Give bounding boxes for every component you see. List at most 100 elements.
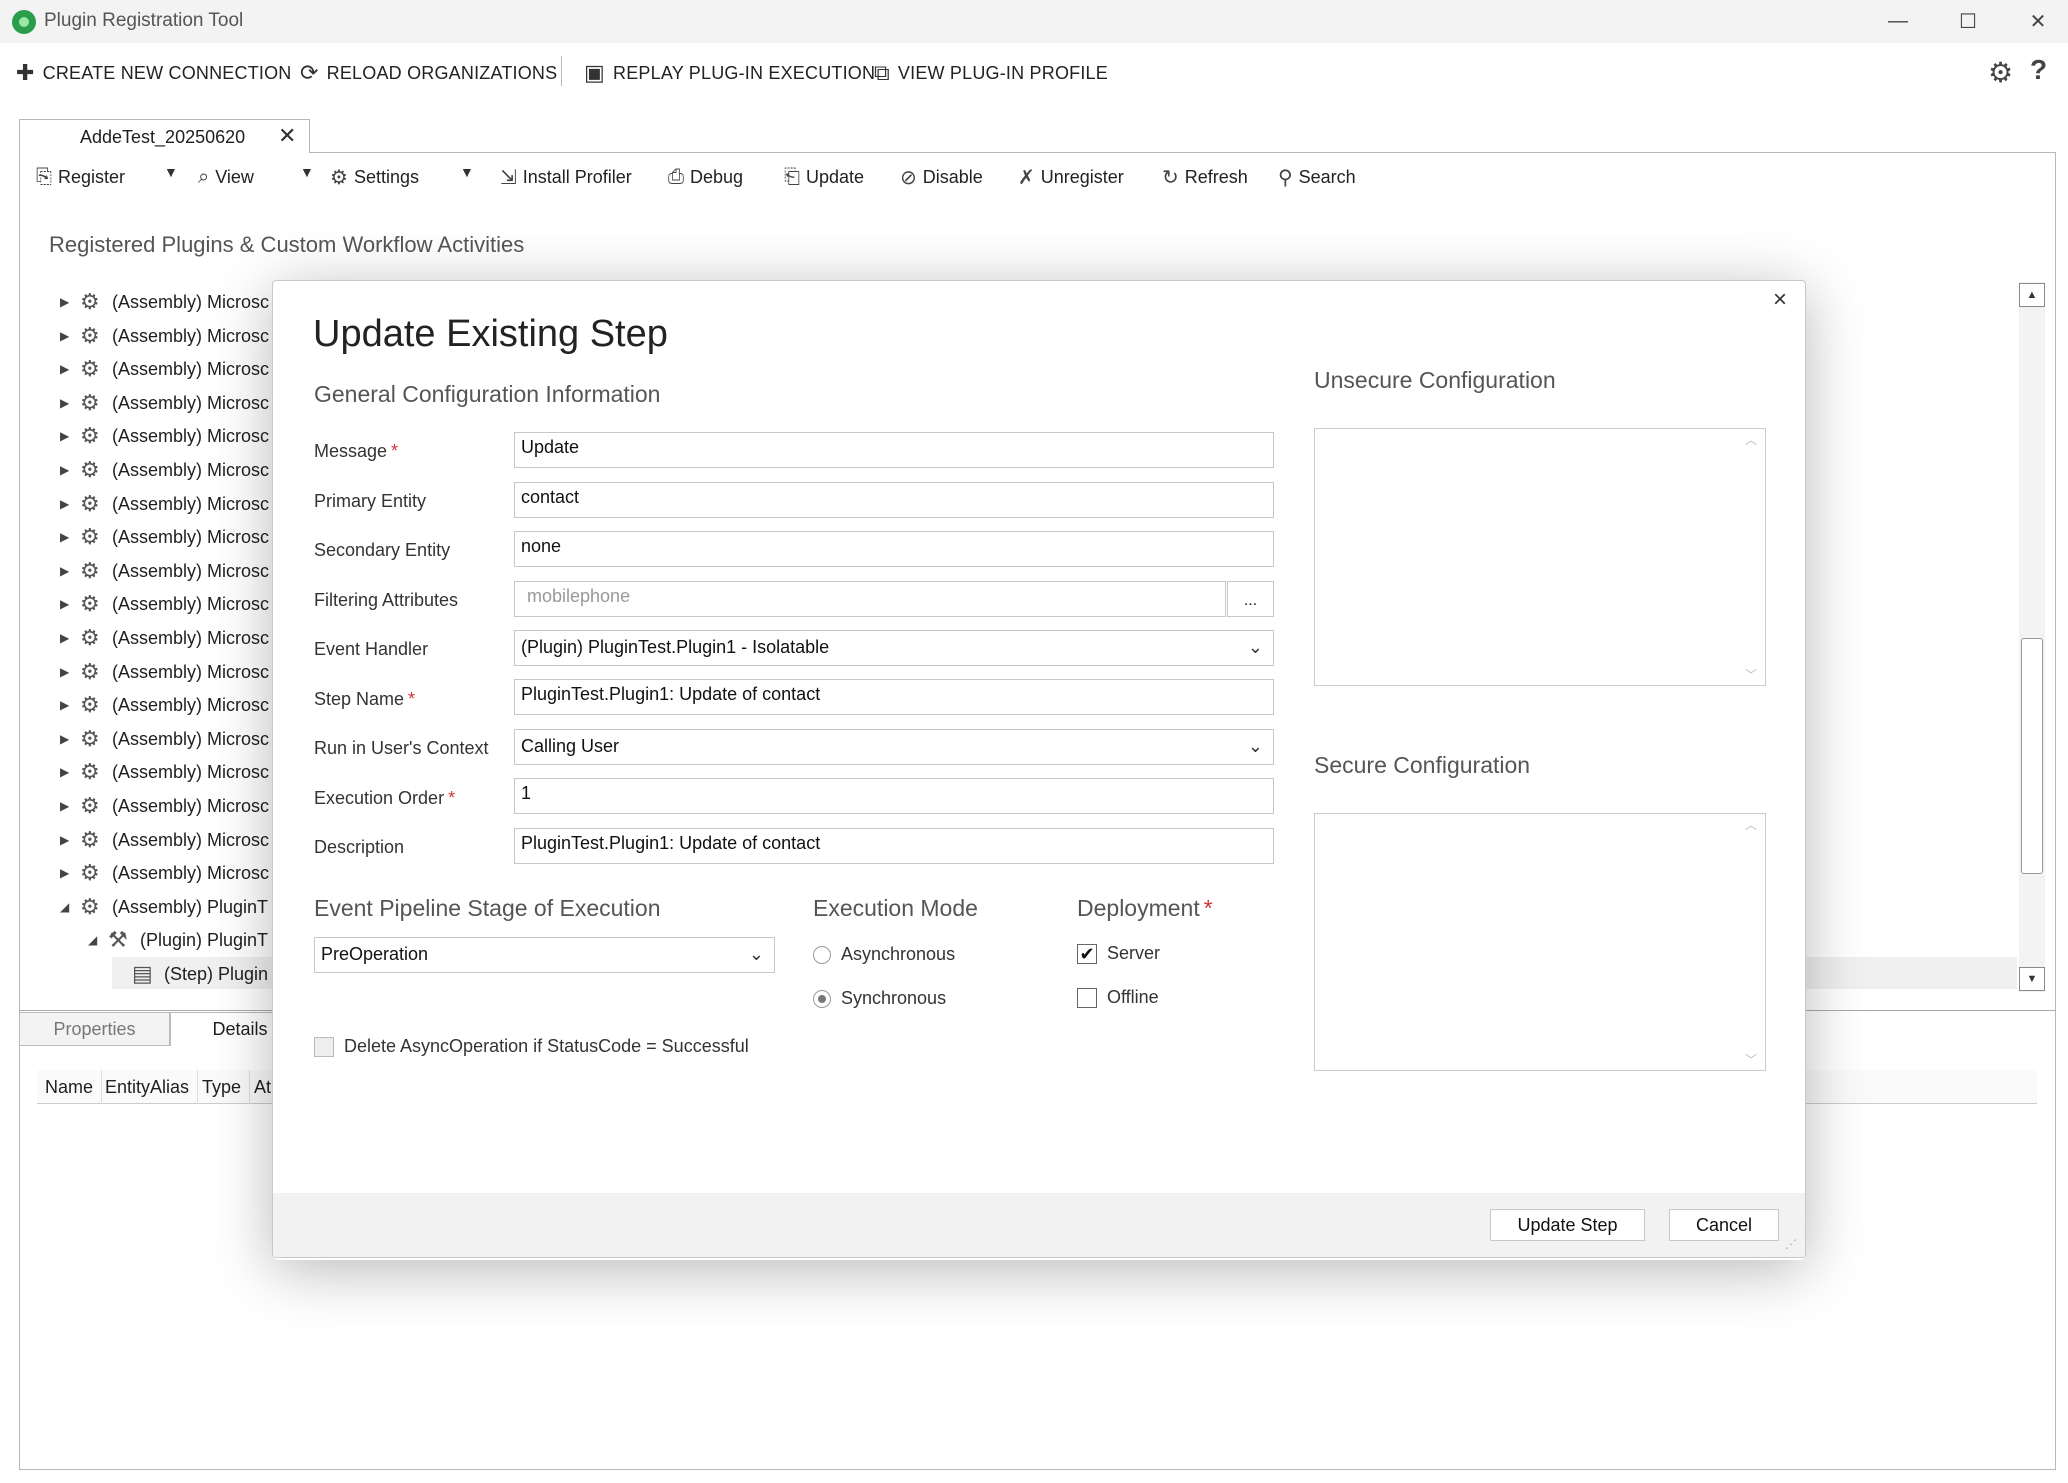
tree-node-assembly[interactable]: ▶ ⚙ (Assembly) Microsc [60,387,269,419]
tree-scrollbar[interactable] [2019,282,2045,992]
cancel-button[interactable]: Cancel [1669,1209,1779,1241]
tree-node-assembly[interactable]: ▶ ⚙ (Assembly) Microsc [60,756,269,788]
description-field[interactable]: PluginTest.Plugin1: Update of contact [514,828,1274,864]
tree-node-assembly[interactable]: ▶ ⚙ (Assembly) Microsc [60,723,269,755]
search-button[interactable]: ⚲ Search [1278,162,1356,192]
expand-arrow-icon[interactable]: ▶ [60,329,80,343]
tree-node-assembly[interactable]: ▶ ⚙ (Assembly) Microsc [60,353,269,385]
tree-node-assembly[interactable]: ▶ ⚙ (Assembly) Microsc [60,555,269,587]
tree-node-assembly[interactable]: ▶ ⚙ (Assembly) Microsc [60,622,269,654]
column-header-type[interactable]: Type [194,1070,251,1104]
synchronous-radio[interactable] [813,989,831,1008]
update-step-button[interactable]: Update Step [1490,1209,1645,1241]
replay-plugin-execution-button[interactable]: ▣ REPLAY PLUG-IN EXECUTION [584,58,875,88]
tree-node-assembly[interactable]: ▶ ⚙ (Assembly) Microsc [60,488,269,520]
install-profiler-button[interactable]: ⇲ Install Profiler [500,162,632,192]
event-handler-select[interactable]: (Plugin) PluginTest.Plugin1 - Isolatable… [514,630,1274,666]
tree-node-assembly[interactable]: ▶ ⚙ (Assembly) Microsc [60,420,269,452]
synchronous-option[interactable]: Synchronous [813,988,946,1009]
view-dropdown-arrow-icon[interactable]: ▼ [300,164,314,180]
tree-node-assembly[interactable]: ▶ ⚙ (Assembly) Microsc [60,656,269,688]
expand-arrow-icon[interactable]: ▶ [60,396,80,410]
connection-tab[interactable]: AddeTest_20250620 ✕ [19,119,310,153]
expand-arrow-icon[interactable]: ▶ [60,429,80,443]
expand-arrow-icon[interactable]: ▶ [60,597,80,611]
tree-node-assembly[interactable]: ▶ ⚙ (Assembly) Microsc [60,790,269,822]
settings-gear-icon[interactable]: ⚙ [1988,56,2013,89]
expand-arrow-icon[interactable]: ▶ [60,530,80,544]
delete-async-checkbox[interactable] [314,1036,334,1057]
offline-checkbox[interactable] [1077,987,1097,1008]
asynchronous-option[interactable]: Asynchronous [813,944,955,965]
close-tab-icon[interactable]: ✕ [278,123,296,149]
refresh-button[interactable]: ↻ Refresh [1162,162,1248,192]
expand-arrow-icon[interactable]: ▶ [60,362,80,376]
view-button[interactable]: ⌕ View [198,162,254,192]
scroll-up-arrow-icon[interactable]: ▲ [2019,283,2045,307]
expand-arrow-icon[interactable]: ▶ [60,665,80,679]
close-window-button[interactable]: ✕ [2008,0,2068,43]
create-new-connection-button[interactable]: ✚ CREATE NEW CONNECTION [16,58,292,88]
unsecure-config-textarea[interactable]: ︿ ﹀ [1314,428,1766,686]
tree-node-assembly[interactable]: ▶ ⚙ (Assembly) Microsc [60,320,269,352]
view-plugin-profile-button[interactable]: ⧉ VIEW PLUG-IN PROFILE [874,58,1108,88]
register-dropdown-arrow-icon[interactable]: ▼ [164,164,178,180]
expand-arrow-icon[interactable]: ▶ [60,295,80,309]
expand-arrow-icon[interactable]: ▶ [60,564,80,578]
title-bar: Plugin Registration Tool — ☐ ✕ [0,0,2068,43]
filtering-attributes-browse-button[interactable]: ... [1227,581,1274,617]
tree-node-plugin[interactable]: ◢ ⚒ (Plugin) PluginT [88,924,268,956]
tree-node-assembly[interactable]: ▶ ⚙ (Assembly) Microsc [60,588,269,620]
expand-arrow-icon[interactable]: ▶ [60,698,80,712]
delete-async-option[interactable]: Delete AsyncOperation if StatusCode = Su… [314,1036,749,1057]
disable-button[interactable]: ⊘ Disable [900,162,983,192]
tree-node-assembly-expanded[interactable]: ◢ ⚙ (Assembly) PluginT [60,891,268,923]
reload-organizations-button[interactable]: ⟳ RELOAD ORGANIZATIONS [300,58,557,88]
help-icon[interactable]: ? [2030,54,2047,86]
step-name-field[interactable]: PluginTest.Plugin1: Update of contact [514,679,1274,715]
expand-arrow-icon[interactable]: ▶ [60,833,80,847]
tree-node-assembly[interactable]: ▶ ⚙ (Assembly) Microsc [60,454,269,486]
secure-config-textarea[interactable]: ︿ ﹀ [1314,813,1766,1071]
register-button[interactable]: ⎘ Register [36,162,125,192]
maximize-button[interactable]: ☐ [1938,0,1998,43]
scrollbar-thumb[interactable] [2021,638,2043,874]
message-field[interactable]: Update [514,432,1274,468]
update-button[interactable]: ⎗ Update [784,162,864,192]
debug-button[interactable]: ⎙ Debug [668,162,743,192]
dialog-close-icon[interactable]: × [1773,286,1787,314]
tree-node-assembly[interactable]: ▶ ⚙ (Assembly) Microsc [60,286,269,318]
column-header-name[interactable]: Name [37,1070,103,1104]
expand-arrow-icon[interactable]: ▶ [60,463,80,477]
tree-node-assembly[interactable]: ▶ ⚙ (Assembly) Microsc [60,521,269,553]
expand-arrow-icon[interactable]: ▶ [60,765,80,779]
resize-grip-icon[interactable]: ⋰ [1785,1237,1797,1251]
expand-arrow-icon[interactable]: ▶ [60,497,80,511]
expand-arrow-icon[interactable]: ▶ [60,732,80,746]
collapse-arrow-icon[interactable]: ◢ [88,933,108,947]
tree-node-assembly[interactable]: ▶ ⚙ (Assembly) Microsc [60,824,269,856]
tree-node-assembly[interactable]: ▶ ⚙ (Assembly) Microsc [60,857,269,889]
asynchronous-radio[interactable] [813,945,831,964]
settings-dropdown-arrow-icon[interactable]: ▼ [460,164,474,180]
unregister-button[interactable]: ✗ Unregister [1018,162,1124,192]
pipeline-stage-select[interactable]: PreOperation ⌄ [314,937,775,973]
settings-button[interactable]: ⚙ Settings [330,162,419,192]
column-header-entityalias[interactable]: EntityAlias [97,1070,199,1104]
server-checkbox[interactable]: ✔ [1077,943,1097,964]
secondary-entity-field[interactable]: none [514,531,1274,567]
expand-arrow-icon[interactable]: ▶ [60,866,80,880]
tab-properties[interactable]: Properties [19,1012,170,1046]
primary-entity-field[interactable]: contact [514,482,1274,518]
tree-node-step[interactable]: ▤ (Step) Plugin [112,958,268,990]
scroll-down-arrow-icon[interactable]: ▼ [2019,967,2045,991]
offline-option[interactable]: Offline [1077,987,1159,1008]
execution-order-field[interactable]: 1 [514,778,1274,814]
minimize-button[interactable]: — [1868,0,1928,43]
collapse-arrow-icon[interactable]: ◢ [60,900,80,914]
tree-node-assembly[interactable]: ▶ ⚙ (Assembly) Microsc [60,689,269,721]
expand-arrow-icon[interactable]: ▶ [60,631,80,645]
server-option[interactable]: ✔ Server [1077,943,1160,964]
expand-arrow-icon[interactable]: ▶ [60,799,80,813]
run-context-select[interactable]: Calling User ⌄ [514,729,1274,765]
